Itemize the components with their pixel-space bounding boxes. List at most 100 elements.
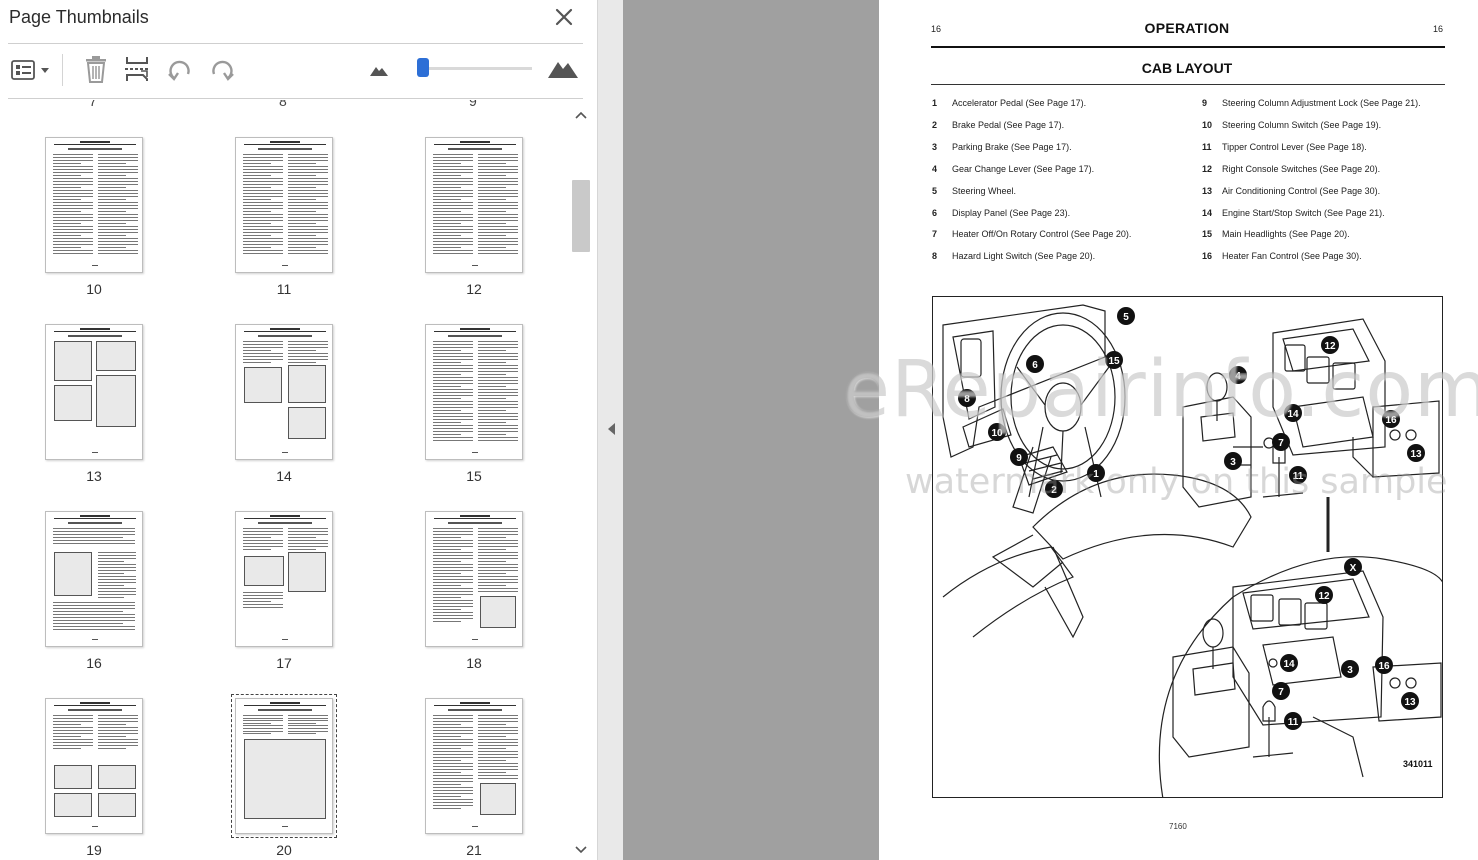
page-number-right: 16	[1433, 24, 1444, 34]
legend-number: 9	[1202, 98, 1208, 108]
thumbnail-number: 9	[469, 100, 477, 109]
thumbnail-options-icon[interactable]	[10, 56, 52, 84]
thumbnail-number: 7	[89, 100, 97, 109]
thumbnail-number: 8	[279, 100, 287, 109]
page-thumbnail[interactable]	[235, 511, 333, 647]
insert-pages-icon[interactable]	[122, 54, 152, 84]
legend-text: Parking Brake (See Page 17).	[952, 141, 1072, 152]
page-thumbnail[interactable]	[425, 511, 523, 647]
figure-callout: 13	[1401, 692, 1419, 710]
panel-title: Page Thumbnails	[9, 7, 149, 27]
figure-callout: 7	[1272, 433, 1290, 451]
svg-text:7: 7	[1278, 438, 1284, 449]
legend-number: 14	[1202, 207, 1213, 218]
legend-text: Gear Change Lever (See Page 17).	[952, 163, 1095, 174]
svg-text:13: 13	[1404, 697, 1416, 708]
thumbnail-number: 17	[276, 655, 292, 671]
legend-text: Right Console Switches (See Page 20).	[1222, 163, 1381, 174]
zoom-slider-track[interactable]	[418, 67, 532, 70]
collapse-panel-icon[interactable]	[604, 420, 618, 438]
rotate-clockwise-icon[interactable]	[208, 56, 236, 84]
page-thumbnail[interactable]	[45, 511, 143, 647]
page-thumbnail[interactable]	[235, 324, 333, 460]
legend-number: 13	[1202, 185, 1213, 196]
legend-text: Steering Wheel.	[952, 185, 1017, 196]
divider	[8, 43, 583, 44]
thumbnail-number: 16	[86, 655, 102, 671]
close-icon[interactable]	[553, 6, 575, 28]
figure-code: 341011	[1403, 759, 1433, 769]
thumbnail-number: 19	[86, 842, 102, 858]
legend-text: Hazard Light Switch (See Page 20).	[952, 251, 1096, 262]
thumbnails-panel: Page Thumbnails 7 8 9 10 11 12 13 14 15 …	[0, 0, 598, 860]
pdf-viewer: Page Thumbnails 7 8 9 10 11 12 13 14 15 …	[0, 0, 1478, 860]
legend-number: 2	[932, 119, 938, 130]
figure-callout: 7	[1272, 682, 1290, 700]
page-thumbnail[interactable]	[231, 694, 337, 838]
scroll-down-icon[interactable]	[574, 843, 588, 857]
legend-text: Heater Off/On Rotary Control (See Page 2…	[952, 229, 1132, 240]
header-rule	[931, 46, 1445, 48]
rotate-counterclockwise-icon[interactable]	[166, 56, 194, 84]
svg-text:7: 7	[1278, 687, 1284, 698]
legend-text: Main Headlights (See Page 20).	[1222, 229, 1350, 240]
page-thumbnail[interactable]	[425, 324, 523, 460]
thumbnail-scrollbar[interactable]	[570, 100, 592, 860]
thumbnail-number: 21	[466, 842, 482, 858]
legend-number: 5	[932, 185, 938, 196]
svg-text:14: 14	[1283, 659, 1295, 670]
section-header: OPERATION	[1144, 20, 1230, 36]
divider	[8, 98, 583, 99]
legend-number: 3	[932, 141, 938, 152]
legend-number: 15	[1202, 229, 1213, 240]
page-footer: 7160	[1169, 822, 1187, 831]
thumbnail-number: 20	[276, 842, 292, 858]
legend-number: 11	[1202, 141, 1212, 152]
page-thumbnail[interactable]	[425, 137, 523, 273]
zoom-slider-handle[interactable]	[417, 58, 429, 77]
document-canvas	[623, 0, 879, 860]
page-title: CAB LAYOUT	[1141, 60, 1233, 76]
small-mountain-icon[interactable]	[368, 62, 390, 78]
thumbnail-number: 15	[466, 468, 482, 484]
figure-callout: 14	[1280, 654, 1298, 672]
legend-text: Heater Fan Control (See Page 30).	[1222, 251, 1362, 262]
page-thumbnail[interactable]	[45, 324, 143, 460]
trash-icon[interactable]	[82, 54, 110, 84]
legend-number: 4	[932, 163, 938, 174]
figure-callout: 3	[1341, 660, 1359, 678]
thumbnail-number: 14	[276, 468, 292, 484]
page-thumbnail[interactable]	[45, 698, 143, 834]
figure-callout: 16	[1375, 656, 1393, 674]
legend-number: 8	[932, 251, 938, 262]
legend-text: Engine Start/Stop Switch (See Page 21).	[1222, 207, 1385, 218]
large-mountain-icon[interactable]	[546, 56, 580, 80]
panel-splitter[interactable]	[598, 0, 623, 860]
thumbnail-number: 12	[466, 281, 482, 297]
thumbnail-grid: 7 8 9 10 11 12 13 14 15 16 17 18 19 20 21	[0, 100, 570, 860]
svg-text:13: 13	[1410, 449, 1422, 460]
watermark-note: watermark only on this sample	[905, 462, 1448, 502]
legend-number: 16	[1202, 251, 1213, 262]
watermark-logo: eRepairinfo.com	[842, 345, 1478, 435]
legend-text: Tipper Control Lever (See Page 18).	[1222, 141, 1367, 152]
scrollbar-thumb[interactable]	[572, 180, 590, 252]
legend-number: 12	[1202, 163, 1213, 174]
legend-text: Air Conditioning Control (See Page 30).	[1222, 185, 1381, 196]
legend-number: 7	[932, 229, 938, 240]
svg-text:3: 3	[1347, 665, 1353, 676]
page-thumbnail[interactable]	[425, 698, 523, 834]
svg-text:X: X	[1350, 563, 1357, 574]
page-thumbnail[interactable]	[45, 137, 143, 273]
legend-number: 1	[932, 98, 938, 108]
thumbnail-number: 11	[276, 281, 292, 297]
scroll-up-icon[interactable]	[574, 108, 588, 122]
legend-text: Display Panel (See Page 23).	[952, 207, 1071, 218]
legend-number: 6	[932, 207, 938, 218]
thumbnail-number: 10	[86, 281, 102, 297]
legend-number: 10	[1202, 119, 1213, 130]
legend-text: Steering Column Adjustment Lock (See Pag…	[1222, 98, 1421, 108]
svg-text:5: 5	[1123, 312, 1129, 323]
page-thumbnail[interactable]	[235, 137, 333, 273]
svg-text:16: 16	[1378, 661, 1390, 672]
